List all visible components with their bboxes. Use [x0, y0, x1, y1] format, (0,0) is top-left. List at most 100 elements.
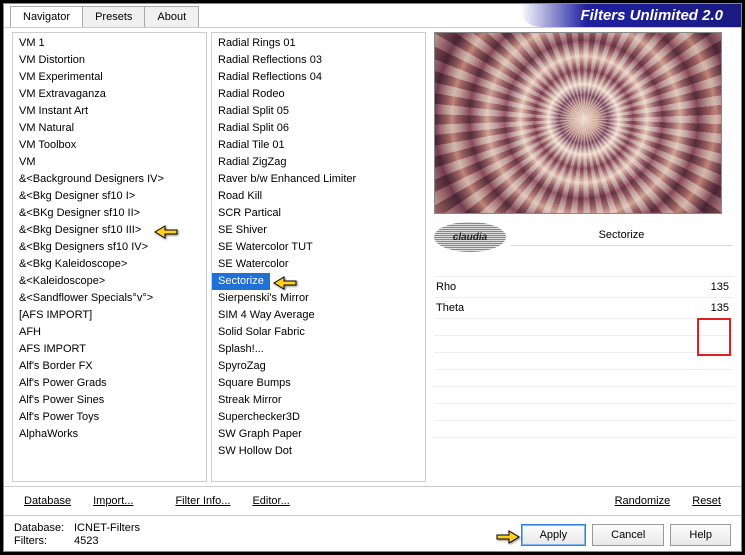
filter-item[interactable]: Radial Split 05 — [212, 103, 425, 120]
filter-item[interactable]: Raver b/w Enhanced Limiter — [212, 171, 425, 188]
filters-count-value: 4523 — [74, 535, 98, 547]
filter-list: Radial Rings 01Radial Reflections 03Radi… — [211, 32, 426, 482]
category-item[interactable]: Alf's Border FX — [13, 358, 206, 375]
filter-item[interactable]: Radial Rings 01 — [212, 35, 425, 52]
filter-info-button[interactable]: Filter Info... — [165, 491, 240, 511]
param-slider[interactable] — [496, 280, 703, 294]
param-blank — [434, 387, 733, 404]
reset-button[interactable]: Reset — [682, 491, 731, 511]
category-item[interactable]: &<Kaleidoscope> — [13, 273, 206, 290]
category-item[interactable]: &<Bkg Designer sf10 III> — [13, 222, 206, 239]
filter-item[interactable]: Radial ZigZag — [212, 154, 425, 171]
apply-button[interactable]: Apply — [521, 524, 587, 546]
header: NavigatorPresetsAbout Filters Unlimited … — [4, 4, 741, 28]
category-item[interactable]: AlphaWorks — [13, 426, 206, 443]
category-item[interactable]: VM Natural — [13, 120, 206, 137]
filter-item[interactable]: SE Watercolor — [212, 256, 425, 273]
param-label: Theta — [436, 302, 496, 314]
footer-buttons: Apply Cancel Help — [489, 524, 731, 546]
category-item[interactable]: AFS IMPORT — [13, 341, 206, 358]
import-button[interactable]: Import... — [83, 491, 143, 511]
category-item[interactable]: [AFS IMPORT] — [13, 307, 206, 324]
pointer-icon — [272, 271, 298, 291]
editor-button[interactable]: Editor... — [242, 491, 299, 511]
help-button[interactable]: Help — [670, 524, 731, 546]
filter-scroll[interactable]: Radial Rings 01Radial Reflections 03Radi… — [212, 33, 425, 481]
category-item[interactable]: &<Bkg Kaleidoscope> — [13, 256, 206, 273]
filters-unlimited-window: NavigatorPresetsAbout Filters Unlimited … — [3, 3, 742, 552]
category-item[interactable]: VM 1 — [13, 35, 206, 52]
category-list: VM 1VM DistortionVM ExperimentalVM Extra… — [12, 32, 207, 482]
param-row-rho: Rho 135 — [434, 277, 733, 298]
preview-image — [434, 32, 722, 214]
filter-item[interactable]: SpyroZag — [212, 358, 425, 375]
filter-item[interactable]: Superchecker3D — [212, 409, 425, 426]
filter-item[interactable]: SCR Partical — [212, 205, 425, 222]
randomize-button[interactable]: Randomize — [605, 491, 681, 511]
current-filter-name: Sectorize — [510, 229, 733, 246]
filter-item[interactable]: Solid Solar Fabric — [212, 324, 425, 341]
category-item[interactable]: Alf's Power Sines — [13, 392, 206, 409]
filter-item[interactable]: Road Kill — [212, 188, 425, 205]
tab-bar: NavigatorPresetsAbout — [4, 4, 198, 27]
parameter-area: Rho 135 Theta 135 — [434, 260, 733, 438]
category-item[interactable]: &<BKg Designer sf10 II> — [13, 205, 206, 222]
param-blank — [434, 404, 733, 421]
filter-item[interactable]: Splash!... — [212, 341, 425, 358]
tab-about[interactable]: About — [144, 6, 199, 27]
value-highlight-box — [697, 318, 731, 356]
category-item[interactable]: VM — [13, 154, 206, 171]
filter-item[interactable]: Radial Split 06 — [212, 120, 425, 137]
database-button[interactable]: Database — [14, 491, 81, 511]
filter-item[interactable]: Sectorize — [212, 273, 270, 290]
param-label: Rho — [436, 281, 496, 293]
filter-item[interactable]: SW Graph Paper — [212, 426, 425, 443]
tab-navigator[interactable]: Navigator — [10, 6, 83, 27]
pointer-icon — [495, 525, 521, 545]
author-logo: claudia — [434, 222, 506, 252]
filter-item[interactable]: SE Watercolor TUT — [212, 239, 425, 256]
filter-header: claudia Sectorize — [434, 220, 733, 254]
filter-item[interactable]: Radial Tile 01 — [212, 137, 425, 154]
category-item[interactable]: &<Bkg Designer sf10 I> — [13, 188, 206, 205]
param-blank — [434, 370, 733, 387]
category-item[interactable]: VM Distortion — [13, 52, 206, 69]
param-slider[interactable] — [496, 301, 703, 315]
category-item[interactable]: &<Sandflower Specials°v°> — [13, 290, 206, 307]
toolbar: Database Import... Filter Info... Editor… — [4, 486, 741, 515]
filter-item[interactable]: SW Hollow Dot — [212, 443, 425, 460]
footer: Database: ICNET-Filters Filters: 4523 Ap… — [4, 515, 741, 553]
param-blank — [434, 319, 733, 336]
category-item[interactable]: VM Instant Art — [13, 103, 206, 120]
filters-count-label: Filters: — [14, 535, 74, 547]
filter-item[interactable]: SE Shiver — [212, 222, 425, 239]
param-value[interactable]: 135 — [703, 302, 731, 314]
param-value[interactable]: 135 — [703, 281, 731, 293]
param-blank — [434, 353, 733, 370]
app-title: Filters Unlimited 2.0 — [520, 4, 741, 27]
cancel-button[interactable]: Cancel — [592, 524, 664, 546]
filter-item[interactable]: Streak Mirror — [212, 392, 425, 409]
category-scroll[interactable]: VM 1VM DistortionVM ExperimentalVM Extra… — [13, 33, 206, 481]
category-item[interactable]: &<Background Designers IV> — [13, 171, 206, 188]
db-label: Database: — [14, 522, 74, 534]
category-item[interactable]: VM Extravaganza — [13, 86, 206, 103]
category-item[interactable]: AFH — [13, 324, 206, 341]
category-item[interactable]: &<Bkg Designers sf10 IV> — [13, 239, 206, 256]
footer-info: Database: ICNET-Filters Filters: 4523 — [14, 522, 140, 547]
filter-item[interactable]: Sierpenski's Mirror — [212, 290, 425, 307]
category-item[interactable]: VM Toolbox — [13, 137, 206, 154]
category-item[interactable]: Alf's Power Toys — [13, 409, 206, 426]
preview-column: claudia Sectorize Rho 135 Theta 135 — [430, 32, 733, 482]
filter-item[interactable]: Radial Rodeo — [212, 86, 425, 103]
filter-item[interactable]: Radial Reflections 03 — [212, 52, 425, 69]
param-row-theta: Theta 135 — [434, 298, 733, 319]
filter-item[interactable]: Square Bumps — [212, 375, 425, 392]
tab-presets[interactable]: Presets — [82, 6, 145, 27]
param-blank — [434, 336, 733, 353]
filter-item[interactable]: Radial Reflections 04 — [212, 69, 425, 86]
db-value: ICNET-Filters — [74, 522, 140, 534]
category-item[interactable]: VM Experimental — [13, 69, 206, 86]
category-item[interactable]: Alf's Power Grads — [13, 375, 206, 392]
filter-item[interactable]: SIM 4 Way Average — [212, 307, 425, 324]
